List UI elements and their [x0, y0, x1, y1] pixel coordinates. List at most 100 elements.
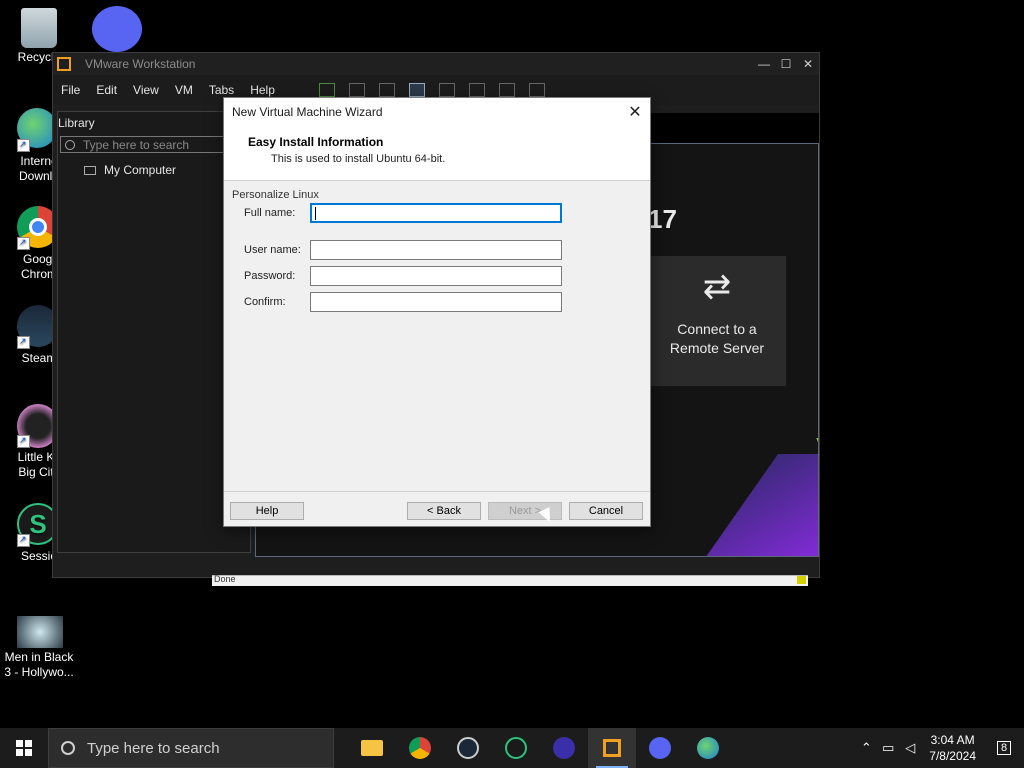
minimize-icon[interactable]: —	[753, 57, 775, 71]
password-row: Password:	[232, 266, 650, 286]
brand-ready-text: y	[816, 424, 818, 469]
taskbar-search-box[interactable]: Type here to search	[48, 728, 334, 768]
power-on-icon[interactable]	[318, 83, 335, 97]
wizard-body: Personalize Linux Full name: User name: …	[224, 181, 650, 312]
menu-view[interactable]: View	[125, 83, 167, 97]
wizard-step-subtitle: This is used to install Ubuntu 64-bit.	[271, 153, 446, 165]
wizard-title-bar[interactable]: New Virtual Machine Wizard ✕	[224, 98, 650, 126]
discord-desktop-icon[interactable]	[92, 6, 142, 52]
library-title: Library	[58, 116, 95, 130]
thumbnail-icon[interactable]	[438, 83, 455, 97]
console-view-icon[interactable]	[528, 83, 545, 97]
password-label: Password:	[244, 270, 296, 282]
search-icon	[61, 741, 75, 755]
revert-icon[interactable]	[378, 83, 395, 97]
maximize-icon[interactable]: ☐	[775, 57, 797, 71]
confirm-row: Confirm:	[232, 292, 650, 312]
confirm-password-field[interactable]	[310, 292, 562, 312]
chrome-icon	[409, 737, 431, 759]
back-button[interactable]: < Back	[407, 502, 481, 520]
remote-card-line2: Remote Server	[669, 340, 765, 356]
show-library-icon[interactable]	[408, 83, 425, 97]
full-screen-icon[interactable]	[468, 83, 485, 97]
full-name-field[interactable]	[310, 203, 562, 223]
vmware-toolbar	[318, 83, 545, 97]
menu-file[interactable]: File	[53, 83, 88, 97]
recycle-bin-icon	[21, 8, 57, 48]
user-name-field[interactable]	[310, 240, 562, 260]
group-label: Personalize Linux	[232, 189, 319, 201]
start-button[interactable]	[0, 728, 48, 768]
product-version: 17	[648, 204, 677, 234]
wizard-footer: Help < Back Next > Cancel	[224, 491, 650, 526]
taskbar-internet-download[interactable]	[684, 728, 732, 768]
brand-swoosh-graphic	[693, 454, 818, 556]
wizard-header: Easy Install Information This is used to…	[224, 126, 650, 181]
library-search-placeholder: Type here to search	[83, 137, 190, 152]
taskbar: Type here to search ⌃ ▭ ◁ 3:04 AM 7/8/20…	[0, 728, 1024, 768]
swap-arrows-icon: ⇄	[702, 268, 732, 306]
taskbar-app-purple[interactable]	[540, 728, 588, 768]
discord-icon	[649, 737, 671, 759]
taskbar-discord[interactable]	[636, 728, 684, 768]
full-name-row: Full name:	[232, 203, 650, 223]
text-caret	[315, 206, 316, 220]
menu-tabs[interactable]: Tabs	[201, 83, 242, 97]
search-icon	[65, 139, 75, 150]
user-name-label: User name:	[244, 244, 301, 256]
wizard-title: New Virtual Machine Wizard	[232, 105, 383, 119]
taskbar-search-placeholder: Type here to search	[87, 739, 220, 757]
user-name-row: User name:	[232, 240, 650, 260]
vmware-window-title: VMware Workstation	[85, 57, 196, 71]
status-text: Done	[214, 574, 236, 584]
taskbar-chrome[interactable]	[396, 728, 444, 768]
network-icon[interactable]: ▭	[877, 740, 899, 756]
confirm-label: Confirm:	[244, 296, 286, 308]
cancel-button[interactable]: Cancel	[569, 502, 643, 520]
video-file-icon	[17, 616, 63, 648]
taskbar-file-explorer[interactable]	[348, 728, 396, 768]
remote-card-line1: Connect to a	[677, 321, 757, 337]
chevron-up-icon[interactable]: ⌃	[855, 740, 877, 756]
system-tray: ⌃ ▭ ◁ 3:04 AM 7/8/2024 8	[855, 728, 1024, 768]
taskbar-session[interactable]	[492, 728, 540, 768]
connect-remote-server-card[interactable]: ⇄ Connect to a Remote Server	[648, 256, 786, 386]
vmware-logo-icon	[603, 739, 621, 757]
steam-icon	[457, 737, 479, 759]
windows-logo-icon	[16, 740, 32, 756]
desktop-icon-label: 3 - Hollywo...	[4, 665, 74, 679]
app-icon	[553, 737, 575, 759]
computer-icon	[84, 165, 96, 175]
taskbar-vmware[interactable]	[588, 728, 636, 768]
notification-center-icon[interactable]: 8	[984, 728, 1024, 768]
library-search-input[interactable]: Type here to search	[60, 136, 228, 153]
snapshot-icon[interactable]	[348, 83, 365, 97]
clock-date: 7/8/2024	[929, 749, 976, 763]
close-icon[interactable]: ✕	[620, 102, 650, 122]
notification-count: 8	[996, 741, 1012, 755]
menu-edit[interactable]: Edit	[88, 83, 125, 97]
wizard-step-title: Easy Install Information	[248, 135, 384, 149]
password-field[interactable]	[310, 266, 562, 286]
desktop-icon-label: Men in Black	[4, 650, 74, 664]
unity-icon[interactable]	[498, 83, 515, 97]
full-name-label: Full name:	[244, 207, 296, 219]
taskbar-steam[interactable]	[444, 728, 492, 768]
volume-muted-icon[interactable]: ◁	[899, 740, 921, 756]
status-indicator-icon	[797, 576, 806, 584]
help-button[interactable]: Help	[230, 502, 304, 520]
session-icon	[505, 737, 527, 759]
library-item-label: My Computer	[104, 163, 177, 177]
menu-help[interactable]: Help	[242, 83, 283, 97]
clock-time: 3:04 AM	[930, 733, 975, 747]
vmware-title-bar[interactable]: VMware Workstation — ☐ ✕	[53, 53, 819, 75]
close-icon[interactable]: ✕	[797, 57, 819, 71]
menu-vm[interactable]: VM	[167, 83, 201, 97]
globe-icon	[697, 737, 719, 759]
clock[interactable]: 3:04 AM 7/8/2024	[929, 732, 976, 764]
vmware-status-bar: Done	[212, 574, 808, 586]
desktop-icon-video-file[interactable]: Men in Black 3 - Hollywo...	[0, 616, 78, 680]
new-vm-wizard-dialog: New Virtual Machine Wizard ✕ Easy Instal…	[223, 97, 651, 527]
folder-icon	[361, 740, 383, 756]
library-panel: Library Type here to search My Computer	[57, 111, 251, 553]
